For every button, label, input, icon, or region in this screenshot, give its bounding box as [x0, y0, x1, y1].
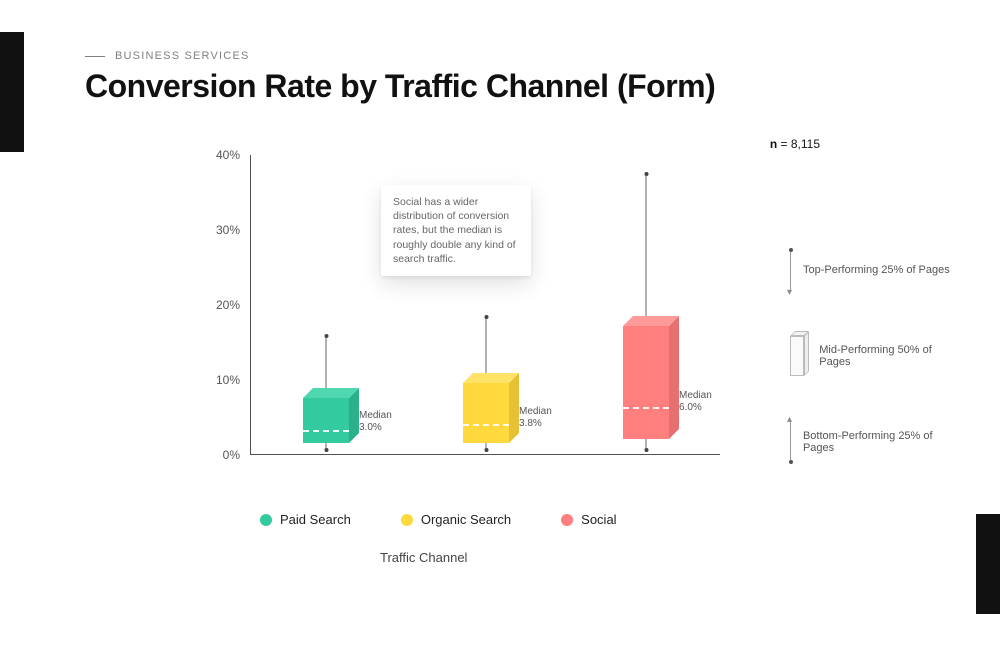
median-label-paid: Median3.0% — [359, 410, 392, 434]
decorative-bar-right — [976, 514, 1000, 614]
legend-item-organic: Organic Search — [401, 512, 511, 527]
legend-key-label: Bottom-Performing 25% of Pages — [803, 430, 960, 454]
header: BUSINESS SERVICES Conversion Rate by Tra… — [85, 50, 715, 105]
whisker-top-icon — [324, 334, 328, 338]
median-label-organic: Median3.8% — [519, 406, 552, 430]
legend-key-bot: ▴ Bottom-Performing 25% of Pages — [790, 422, 960, 462]
legend-label: Organic Search — [421, 512, 511, 527]
sample-size-label: n = 8,115 — [770, 137, 820, 151]
ytick-10: 10% — [200, 373, 240, 387]
chart: n = 8,115 40% 30% 20% 10% 0% Median3.0% — [200, 155, 760, 495]
page-title: Conversion Rate by Traffic Channel (Form… — [85, 68, 715, 105]
legend-key-mid: Mid-Performing 50% of Pages — [790, 336, 960, 376]
legend-dot-icon — [561, 514, 573, 526]
eyebrow: BUSINESS SERVICES — [85, 50, 715, 62]
ytick-30: 30% — [200, 223, 240, 237]
legend-key-top: ▾ Top-Performing 25% of Pages — [790, 250, 960, 290]
legend-key-label: Mid-Performing 50% of Pages — [819, 344, 960, 368]
legend-dot-icon — [401, 514, 413, 526]
legend-label: Social — [581, 512, 616, 527]
annotation-tooltip: Social has a wider distribution of conve… — [381, 185, 531, 276]
eyebrow-dash-icon — [85, 56, 105, 57]
legend-dot-icon — [260, 514, 272, 526]
whisker-top-icon — [484, 315, 488, 319]
plot-area: Median3.0% Median3.8% — [250, 155, 720, 455]
decorative-bar-left — [0, 32, 24, 152]
median-label-social: Median6.0% — [679, 390, 712, 414]
ytick-40: 40% — [200, 148, 240, 162]
eyebrow-text: BUSINESS SERVICES — [115, 50, 250, 62]
legend-label: Paid Search — [280, 512, 351, 527]
legend-item-social: Social — [561, 512, 616, 527]
whisker-bottom-icon — [484, 448, 488, 452]
legend-key-label: Top-Performing 25% of Pages — [803, 264, 950, 276]
legend-item-paid: Paid Search — [260, 512, 351, 527]
x-axis-label: Traffic Channel — [380, 550, 467, 565]
whisker-top-icon — [644, 172, 648, 176]
legend-key: ▾ Top-Performing 25% of Pages Mid-Perfor… — [790, 250, 960, 462]
ytick-0: 0% — [200, 448, 240, 462]
whisker-bottom-icon — [644, 448, 648, 452]
legend: Paid Search Organic Search Social — [260, 512, 617, 527]
ytick-20: 20% — [200, 298, 240, 312]
whisker-bottom-icon — [324, 448, 328, 452]
